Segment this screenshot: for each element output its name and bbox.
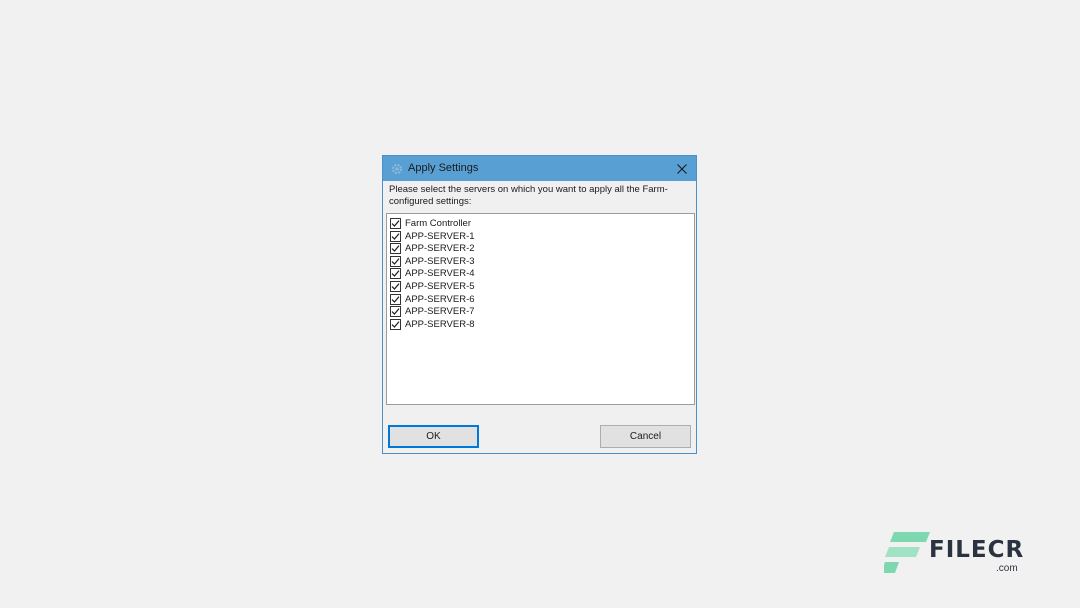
server-label: APP-SERVER-1 [405,230,475,242]
filecr-logo: FILECR .com [884,530,1034,578]
instruction-text: Please select the servers on which you w… [389,184,668,207]
logo-name: FILECR [929,537,1025,563]
cancel-button[interactable]: Cancel [600,425,691,448]
server-checklist[interactable]: Farm Controller APP-SERVER-1 APP-SERVER-2 A… [386,213,695,405]
checkmark-icon [391,258,400,265]
server-checkbox[interactable] [390,255,401,267]
dialog-title: Apply Settings [408,162,479,174]
server-label: APP-SERVER-8 [405,318,475,330]
server-list-item[interactable]: APP-SERVER-4 [390,267,475,280]
server-checkbox[interactable] [390,230,401,242]
server-checkbox[interactable] [390,318,401,330]
server-list-item[interactable]: APP-SERVER-3 [390,255,475,268]
server-list-item[interactable]: APP-SERVER-8 [390,318,475,331]
checkmark-icon [391,283,400,290]
server-checkbox[interactable] [390,218,401,229]
checkmark-icon [391,321,400,328]
checkmark-icon [391,308,400,316]
server-checkbox[interactable] [390,293,401,305]
server-list-item[interactable]: Farm Controller [390,217,471,230]
server-list-item[interactable]: APP-SERVER-1 [390,230,475,243]
checkmark-icon [391,295,400,303]
checkmark-icon [391,220,400,227]
server-checkbox[interactable] [390,281,401,292]
title-bar[interactable]: Apply Settings [383,156,696,181]
close-button[interactable] [668,156,696,181]
checkmark-icon [391,245,400,253]
server-list-item[interactable]: APP-SERVER-6 [390,293,475,306]
server-label: Farm Controller [405,218,471,229]
server-checkbox[interactable] [390,243,401,255]
server-label: APP-SERVER-5 [405,281,475,292]
filecr-logo-mark [884,532,930,573]
gear-icon [391,162,403,175]
server-checkbox[interactable] [390,306,401,318]
server-label: APP-SERVER-3 [405,255,475,267]
checkmark-icon [391,270,400,278]
close-icon [677,163,687,174]
server-list-item[interactable]: APP-SERVER-7 [390,305,475,318]
apply-settings-dialog: Apply Settings Please select the servers… [382,155,697,454]
server-list-item[interactable]: APP-SERVER-2 [390,242,475,255]
server-label: APP-SERVER-6 [405,293,475,305]
logo-domain: .com [996,563,1018,574]
server-list-item[interactable]: APP-SERVER-5 [390,280,475,293]
server-label: APP-SERVER-7 [405,306,475,318]
checkmark-icon [391,232,400,240]
ok-button[interactable]: OK [388,425,479,448]
server-label: APP-SERVER-2 [405,243,475,255]
server-checkbox[interactable] [390,268,401,280]
server-label: APP-SERVER-4 [405,268,475,280]
